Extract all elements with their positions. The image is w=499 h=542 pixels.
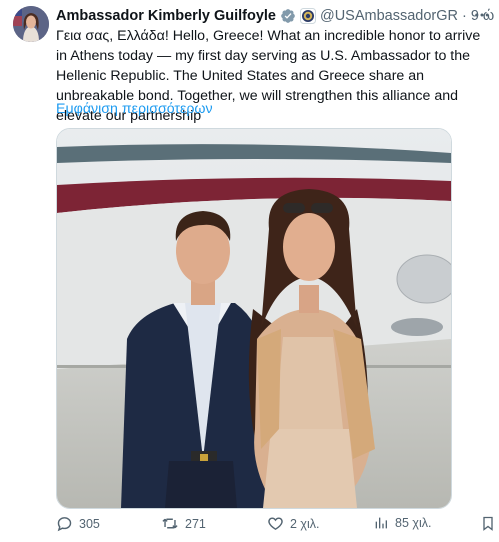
bookmark-icon xyxy=(480,515,496,532)
author-avatar[interactable] xyxy=(13,6,49,42)
like-button[interactable]: 2 χιλ. xyxy=(267,515,320,532)
tweet-header: Ambassador Kimberly Guilfoyle @USAmbassa… xyxy=(56,6,494,27)
more-options-icon[interactable] xyxy=(473,6,491,27)
tweet-media-photo[interactable] xyxy=(56,128,452,509)
like-count: 2 χιλ. xyxy=(290,516,320,531)
reply-icon xyxy=(56,515,73,532)
retweet-button[interactable]: 271 xyxy=(161,515,206,532)
separator-dot: · xyxy=(462,8,467,24)
retweet-count: 271 xyxy=(185,516,206,531)
photo-image xyxy=(57,129,451,508)
views-button[interactable]: 85 χιλ. xyxy=(373,515,431,531)
avatar-image xyxy=(13,6,49,42)
reply-count: 305 xyxy=(79,516,100,531)
views-icon xyxy=(373,515,389,531)
heart-icon xyxy=(267,515,284,532)
show-more-link[interactable]: Εμφάνιση περισσότερων xyxy=(56,101,213,117)
bookmark-button[interactable] xyxy=(480,515,496,532)
us-seal-icon xyxy=(299,8,316,24)
views-count: 85 χιλ. xyxy=(395,516,432,530)
verified-badge-icon[interactable] xyxy=(280,8,296,24)
author-name[interactable]: Ambassador Kimberly Guilfoyle xyxy=(56,8,276,24)
tweet-action-bar: 305 271 2 χιλ. 85 χιλ. xyxy=(56,515,493,537)
reply-button[interactable]: 305 xyxy=(56,515,100,532)
author-handle[interactable]: @USAmbassadorGR xyxy=(320,8,458,24)
retweet-icon xyxy=(161,515,179,532)
